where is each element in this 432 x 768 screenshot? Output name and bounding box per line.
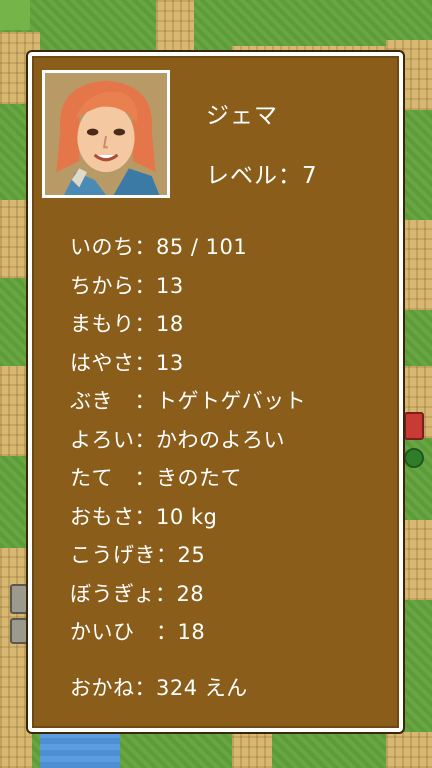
statue-sprite <box>10 584 28 614</box>
water-tile <box>40 732 120 768</box>
stat-gold: おかね：324 えん <box>70 676 248 700</box>
stat-weapon: ぶき ：トゲトゲバット <box>70 389 307 413</box>
character-name: ジェマ <box>206 103 278 129</box>
path-tile <box>156 0 194 52</box>
stat-strength: ちから：13 <box>70 273 184 298</box>
npc-sprite[interactable] <box>404 412 424 440</box>
path-tile <box>400 520 432 600</box>
portrait-image <box>45 73 167 195</box>
stat-shield: たて ：きのたて <box>70 466 242 490</box>
path-tile <box>0 366 30 456</box>
bush-sprite <box>404 448 424 468</box>
path-tile <box>232 732 272 768</box>
stat-hp: いのち：85 / 101 <box>70 235 248 259</box>
stat-speed: はやさ：13 <box>70 350 184 375</box>
stat-attack: こうげき：25 <box>70 543 206 567</box>
stat-evasion: かいひ ：18 <box>70 620 206 644</box>
path-tile <box>386 732 432 768</box>
character-level: レベル：7 <box>206 163 318 189</box>
character-portrait <box>42 70 170 198</box>
stat-armor: よろい：かわのよろい <box>70 427 285 452</box>
stat-defense: まもり：18 <box>70 312 184 336</box>
grass-tile <box>0 0 30 30</box>
path-tile <box>400 220 432 310</box>
stat-guard: ぼうぎょ：28 <box>70 581 205 606</box>
stats-list: いのち：85 / 101 ちから：13 まもり：18 はやさ：13 ぶき ：トゲ… <box>70 234 306 658</box>
status-window[interactable]: ジェマ レベル：7 いのち：85 / 101 ちから：13 まもり：18 はやさ… <box>28 52 403 732</box>
stat-weight: おもさ：10 kg <box>70 504 218 529</box>
statue-sprite <box>10 618 28 644</box>
